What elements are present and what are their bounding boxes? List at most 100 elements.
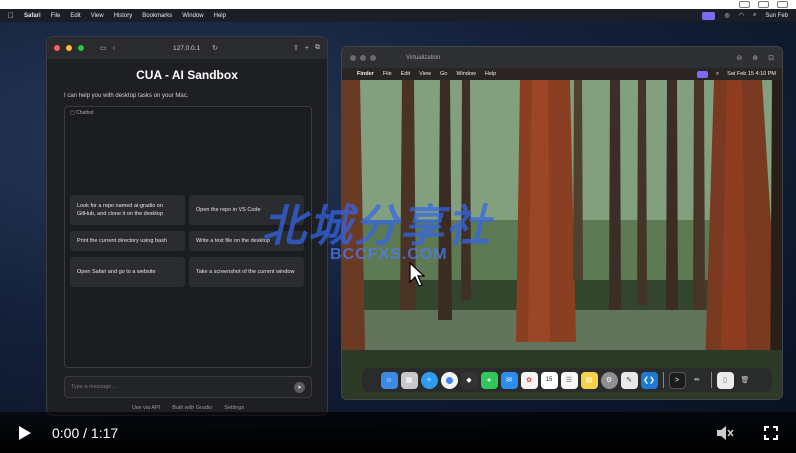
screen-share-icon[interactable] — [702, 11, 716, 20]
close-window-icon[interactable] — [350, 54, 356, 61]
control-center-icon[interactable]: ◎ — [724, 12, 729, 19]
window-controls — [739, 0, 796, 9]
vm-dock: ☺ ▦ ✧ ◆ ● ✉ ✿ 15 ☰ ▤ ⚙ ✎ ❮❯ > ✏ ▯ 🗑 — [362, 368, 772, 392]
menu-item-window[interactable]: Window — [182, 13, 203, 19]
zoom-in-icon[interactable]: ⊕ — [752, 54, 758, 62]
message-input-placeholder: Type a message... — [71, 384, 116, 390]
tab-overview-icon[interactable]: ⧉ — [315, 44, 320, 52]
reload-icon[interactable]: ↻ — [212, 44, 218, 52]
browser-top-strip — [0, 0, 796, 9]
fit-icon[interactable]: ⊡ — [768, 54, 774, 62]
vm-menu-view[interactable]: View — [419, 71, 431, 77]
apple-menu-icon[interactable]:  — [8, 11, 14, 20]
vm-menu-go[interactable]: Go — [440, 71, 447, 77]
finder-icon[interactable]: ☺ — [380, 371, 398, 389]
document-icon[interactable]: ▯ — [716, 371, 734, 389]
minimize-window-icon[interactable] — [360, 54, 366, 61]
dock-separator — [710, 372, 712, 388]
vm-menu-edit[interactable]: Edit — [401, 71, 410, 77]
vm-clock[interactable]: Sat Feb 15 4:10 PM — [727, 71, 776, 77]
maximize-icon[interactable] — [758, 1, 769, 8]
suggestion-button[interactable]: Look for a repo named ai-gradio on GitHu… — [70, 195, 185, 225]
trash-icon[interactable]: 🗑 — [737, 372, 754, 389]
fullscreen-icon[interactable] — [764, 425, 778, 440]
back-icon[interactable]: ‹ — [113, 45, 115, 52]
reminders-icon[interactable]: ☰ — [560, 371, 578, 389]
vm-screen-share-icon[interactable] — [696, 70, 708, 78]
chatbot-label: ▢ Chatbot — [65, 107, 311, 119]
video-control-bar: 0:00 / 1:17 — [0, 412, 796, 453]
minimize-icon[interactable] — [739, 1, 750, 8]
share-icon[interactable]: ⇧ — [293, 44, 299, 52]
zoom-window-icon[interactable] — [78, 45, 84, 51]
mouse-cursor-icon — [409, 262, 425, 287]
video-right-controls — [716, 425, 778, 441]
menu-item-edit[interactable]: Edit — [70, 13, 80, 19]
page-title: CUA - AI Sandbox — [136, 68, 238, 82]
vm-menu-window[interactable]: Window — [456, 71, 476, 77]
system-settings-icon[interactable]: ⚙ — [600, 371, 618, 389]
dock-separator — [662, 372, 664, 388]
chatbot-label-text: Chatbot — [76, 110, 94, 116]
vm-menu-help[interactable]: Help — [485, 71, 496, 77]
footer-gradio-link[interactable]: Built with Gradio — [172, 405, 212, 411]
send-icon[interactable]: ➤ — [294, 381, 305, 393]
sidebar-toggle-icon[interactable]: ▭ — [100, 44, 107, 52]
wifi-icon[interactable]: ◠ — [739, 12, 744, 19]
menu-item-help[interactable]: Help — [214, 13, 226, 19]
textedit-icon[interactable]: ✎ — [620, 371, 638, 389]
launchpad-icon[interactable]: ▦ — [400, 371, 418, 389]
vm-toolbar-icons: ⊖ ⊕ ⊡ — [736, 54, 774, 62]
vm-menu-finder[interactable]: Finder — [357, 71, 374, 77]
calendar-icon[interactable]: 15 — [540, 371, 558, 389]
menu-item-bookmarks[interactable]: Bookmarks — [142, 13, 172, 19]
vm-status-area: ⌕ Sat Feb 15 4:10 PM — [696, 70, 776, 78]
menu-item-view[interactable]: View — [91, 13, 104, 19]
mac-menubar:  Safari File Edit View History Bookmark… — [0, 9, 796, 22]
suggestion-button[interactable]: Open Safari and go to a website — [70, 257, 185, 287]
play-icon[interactable] — [18, 425, 32, 441]
video-time: 0:00 / 1:17 — [52, 424, 119, 441]
search-icon[interactable]: ⌕ — [753, 12, 756, 19]
vm-window-title: Virtualization — [406, 54, 441, 61]
menu-item-history[interactable]: History — [114, 13, 133, 19]
close-window-icon[interactable] — [54, 45, 60, 51]
messages-icon[interactable]: ● — [480, 371, 498, 389]
menu-item-file[interactable]: File — [51, 13, 61, 19]
suggestion-button[interactable]: Print the current directory using bash — [70, 231, 185, 251]
menu-item-app[interactable]: Safari — [24, 13, 41, 19]
notes-icon[interactable]: ▤ — [580, 371, 598, 389]
menubar-clock[interactable]: Sun Feb — [765, 13, 788, 19]
minimize-window-icon[interactable] — [66, 45, 72, 51]
footer-api-link[interactable]: Use via API — [132, 405, 160, 411]
page-subtitle: I can help you with desktop tasks on you… — [64, 93, 189, 99]
chat-icon: ▢ — [70, 110, 75, 116]
mute-icon[interactable] — [716, 425, 734, 441]
vm-mac-menubar: Finder File Edit View Go Window Help ⌕ S… — [342, 68, 782, 80]
photos-icon[interactable]: ✿ — [520, 371, 538, 389]
vscode-icon[interactable]: ❮❯ — [640, 371, 658, 389]
vm-search-icon[interactable]: ⌕ — [716, 71, 719, 78]
menubar-status-area: ◎ ◠ ⌕ Sun Feb — [702, 11, 788, 20]
page-footer: Use via API Built with Gradio Settings — [47, 405, 327, 411]
safari-toolbar: ▭ ‹ 127.0.0.1 ↻ ⇧ + ⧉ — [47, 37, 327, 59]
vm-titlebar: Virtualization ⊖ ⊕ ⊡ — [342, 47, 782, 68]
chrome-icon[interactable] — [440, 371, 458, 389]
restore-icon[interactable] — [777, 1, 788, 8]
address-bar[interactable]: 127.0.0.1 — [173, 45, 200, 52]
new-tab-icon[interactable]: + — [305, 45, 309, 52]
video-frame:  Safari File Edit View History Bookmark… — [0, 0, 796, 453]
footer-settings-link[interactable]: Settings — [224, 405, 244, 411]
safari-icon[interactable]: ✧ — [420, 371, 438, 389]
zoom-window-icon[interactable] — [370, 54, 376, 61]
watermark-url: BCCFXS.COM — [330, 246, 448, 263]
vm-menu-file[interactable]: File — [383, 71, 392, 77]
unity-icon[interactable]: ◆ — [460, 371, 478, 389]
mail-icon[interactable]: ✉ — [500, 371, 518, 389]
zoom-out-icon[interactable]: ⊖ — [736, 54, 742, 62]
message-input[interactable]: Type a message... ➤ — [64, 376, 312, 398]
suggestion-button[interactable]: Take a screenshot of the current window — [189, 257, 304, 287]
terminal-icon[interactable]: > — [668, 371, 686, 389]
watermark-logo: 北城分享社 — [262, 201, 492, 252]
pencil-icon[interactable]: ✏ — [689, 372, 706, 389]
